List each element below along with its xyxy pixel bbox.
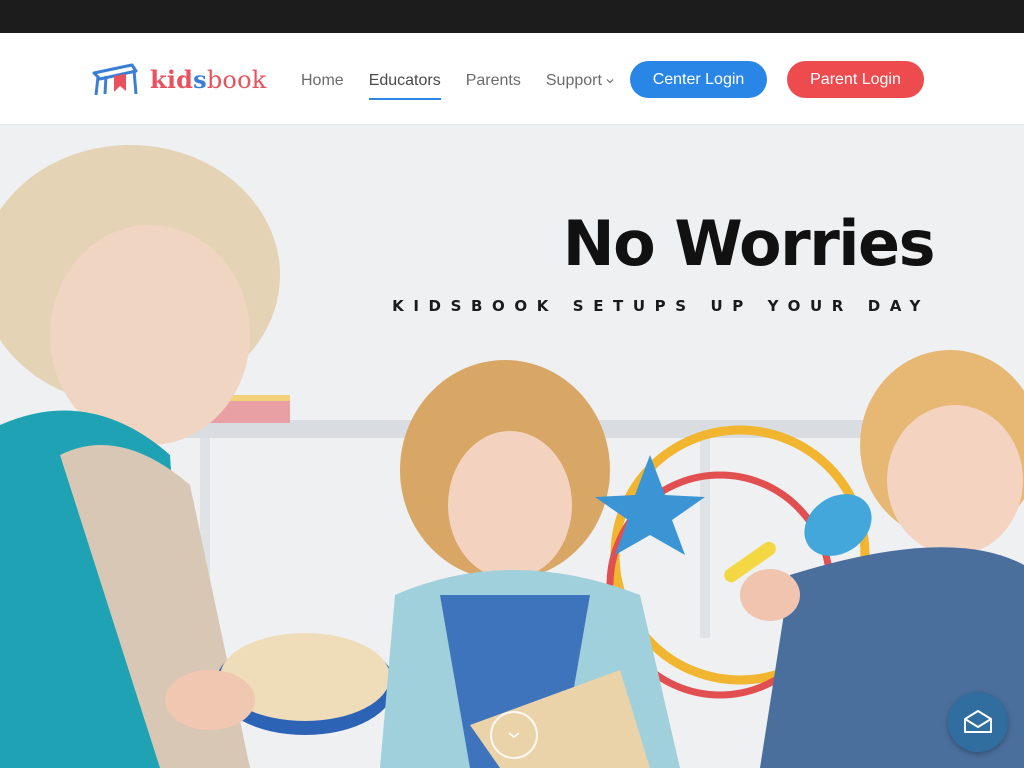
hero-subtitle: KIDSBOOK SETUPS UP YOUR DAY [392,297,930,315]
nav-home[interactable]: Home [301,68,344,94]
logo-text-s: s [193,65,207,94]
site-header: kidsbook Home Educators Parents Support … [0,33,1024,125]
nav-parents[interactable]: Parents [466,68,521,94]
chevron-down-icon [508,732,520,738]
hero-title: No Worries [562,207,936,280]
hero-section: No Worries KIDSBOOK SETUPS UP YOUR DAY [0,125,1024,768]
mail-icon [964,710,992,733]
scroll-down-button[interactable] [490,711,538,759]
logo-text: kidsbook [150,65,267,94]
nav-educators[interactable]: Educators [368,68,441,100]
main-nav: Home Educators Parents Support [301,66,614,100]
center-login-button[interactable]: Center Login [630,61,767,98]
logo-text-kid: kid [150,65,194,94]
logo-text-book: book [206,66,267,94]
nav-support-label: Support [545,72,602,89]
chevron-down-icon [606,79,614,84]
kidsbook-logo[interactable]: kidsbook [92,61,266,99]
parent-login-button[interactable]: Parent Login [787,61,924,98]
desk-logo-icon [92,63,138,96]
nav-support[interactable]: Support [546,68,614,94]
mail-chat-button[interactable] [948,692,1008,752]
top-bar [0,0,1024,33]
